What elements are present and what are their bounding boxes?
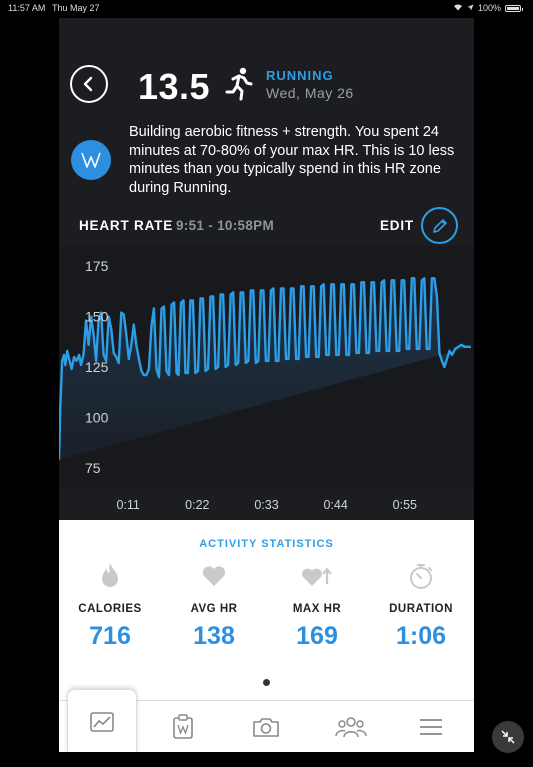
app-window: 13.5 RUNNING Wed, May 26 Building aerobi… <box>59 18 474 752</box>
battery-percent: 100% <box>477 3 501 13</box>
stat-duration: DURATION 1:06 <box>371 560 471 651</box>
camera-icon <box>253 718 279 737</box>
runner-icon <box>225 67 253 106</box>
activity-header-panel: 13.5 RUNNING Wed, May 26 Building aerobi… <box>59 18 474 520</box>
x-tick-label: 0:55 <box>393 498 417 512</box>
wifi-icon <box>453 3 463 13</box>
activity-type: RUNNING <box>266 68 334 83</box>
stat-value: 1:06 <box>395 622 447 650</box>
x-tick-label: 0:11 <box>116 498 139 512</box>
tab-bar <box>59 689 474 752</box>
collapse-arrows-icon <box>501 730 515 744</box>
stat-value: 138 <box>193 622 235 650</box>
flame-icon <box>60 560 160 592</box>
hamburger-icon <box>420 719 442 735</box>
y-tick-label: 175 <box>85 258 109 274</box>
stat-value: 716 <box>89 622 131 650</box>
x-tick-label: 0:44 <box>323 498 347 512</box>
insight-text: Building aerobic fitness + strength. You… <box>129 124 455 196</box>
activity-score: 13.5 <box>138 66 211 107</box>
trend-icon <box>90 711 114 732</box>
edit-label[interactable]: EDIT <box>380 218 414 233</box>
pencil-icon <box>432 218 447 233</box>
stat-label: CALORIES <box>78 603 142 615</box>
tab-journal[interactable] <box>148 701 218 752</box>
collapse-button[interactable] <box>492 721 524 753</box>
stat-avg-hr: AVG HR 138 <box>164 560 264 651</box>
y-tick-label: 75 <box>85 460 101 476</box>
stat-label: DURATION <box>389 603 453 615</box>
heart-icon <box>164 560 264 592</box>
y-tick-label: 150 <box>85 309 109 325</box>
heart-rate-chart: 175 150 125 100 75 0:11 0:22 0:33 0:44 0:55 <box>59 246 474 512</box>
y-tick-label: 125 <box>85 359 109 375</box>
edit-button[interactable] <box>421 207 458 244</box>
heart-rate-label: HEART RATE <box>79 218 173 233</box>
stopwatch-icon <box>371 560 471 592</box>
insight-badge <box>71 140 111 180</box>
back-button[interactable] <box>70 65 108 103</box>
x-tick-label: 0:22 <box>185 498 209 512</box>
battery-icon <box>505 4 523 12</box>
stat-label: AVG HR <box>190 603 238 615</box>
tab-menu[interactable] <box>396 701 466 752</box>
status-time: 11:57 AM <box>8 3 46 13</box>
tab-camera[interactable] <box>231 701 301 752</box>
x-tick-label: 0:33 <box>254 498 278 512</box>
page-indicator[interactable] <box>263 679 270 686</box>
activity-statistics-panel: ACTIVITY STATISTICS CALORIES 716 AVG HR … <box>59 520 474 752</box>
stat-value: 169 <box>296 622 338 650</box>
stat-calories: CALORIES 716 <box>60 560 160 651</box>
journal-icon <box>173 714 193 739</box>
status-bar: 11:57 AM Thu May 27 100% <box>0 0 533 16</box>
statistics-title: ACTIVITY STATISTICS <box>199 538 334 550</box>
location-icon <box>467 3 474 13</box>
w-logo-icon <box>81 152 101 168</box>
stat-max-hr: MAX HR 169 <box>267 560 367 651</box>
tab-overview[interactable] <box>67 689 137 752</box>
chevron-left-icon <box>83 76 93 92</box>
activity-date: Wed, May 26 <box>266 85 354 101</box>
heart-rate-time-range: 9:51 - 10:58PM <box>176 218 274 233</box>
y-tick-label: 100 <box>85 409 109 425</box>
tab-community[interactable] <box>316 701 386 752</box>
status-right: 100% <box>453 3 523 13</box>
status-date: Thu May 27 <box>52 3 100 13</box>
people-icon <box>335 717 367 738</box>
stat-label: MAX HR <box>292 603 342 615</box>
heart-up-icon <box>267 560 367 592</box>
